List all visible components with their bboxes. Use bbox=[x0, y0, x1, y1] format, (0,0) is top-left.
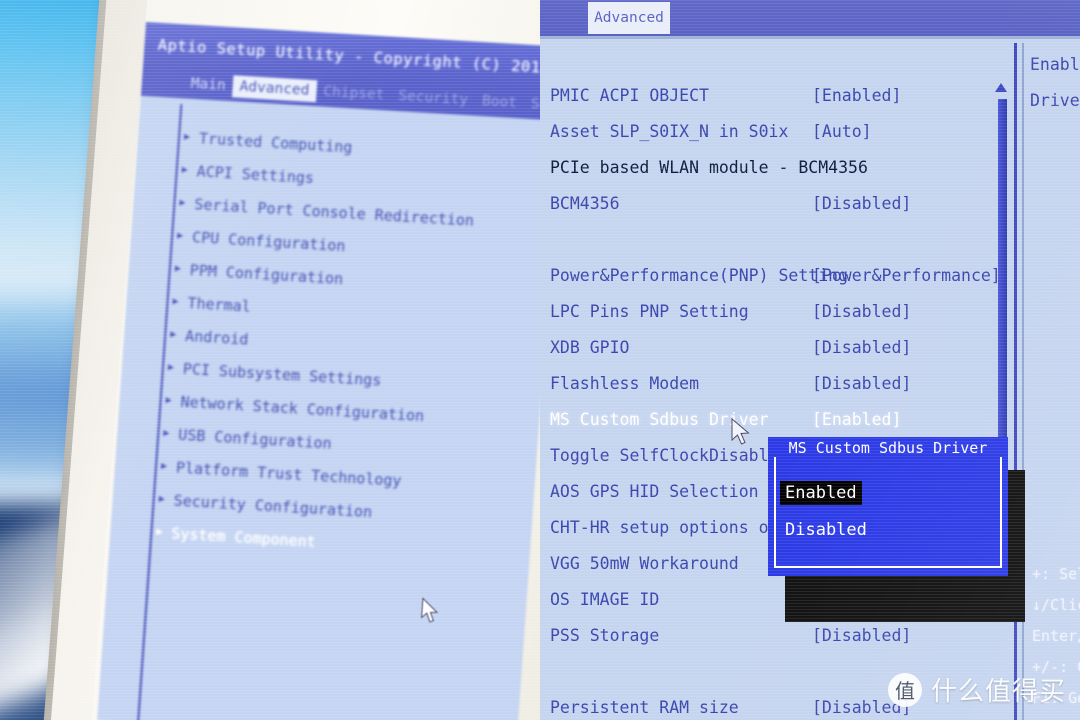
setting-value[interactable]: [Enabled] bbox=[812, 410, 901, 429]
watermark: 值 什么值得买 bbox=[887, 671, 1066, 708]
sidebar-item-label: Security Configuration bbox=[173, 490, 373, 521]
setting-row-asset-slp-s0ix-n[interactable]: Asset SLP_S0IX_N in S0ix [Auto] bbox=[540, 119, 996, 155]
scrollbar-thumb[interactable] bbox=[998, 99, 1007, 487]
tab-security[interactable]: Security bbox=[391, 85, 476, 112]
setting-row-bcm4356[interactable]: BCM4356 [Disabled] bbox=[540, 191, 996, 227]
key-legend-line-3: Enter/Db bbox=[1032, 627, 1080, 645]
popup-option-enabled[interactable]: Enabled bbox=[780, 481, 862, 505]
setting-row-xdb-gpio[interactable]: XDB GPIO [Disabled] bbox=[540, 335, 996, 371]
chevron-right-icon: ▶ bbox=[174, 262, 182, 274]
setting-row-lpc-pins-pnp-setting[interactable]: LPC Pins PNP Setting [Disabled] bbox=[540, 299, 996, 335]
sdbus-driver-popup[interactable]: MS Custom Sdbus Driver Enabled Disabled bbox=[768, 437, 1008, 576]
setting-value[interactable]: [Auto] bbox=[812, 122, 872, 141]
setting-label: PSS Storage bbox=[550, 626, 660, 645]
setting-value[interactable]: [Disabled] bbox=[812, 302, 911, 321]
chevron-right-icon: ▶ bbox=[165, 394, 173, 406]
sidebar-item-label: ACPI Settings bbox=[196, 161, 315, 187]
setting-value[interactable]: [Disabled] bbox=[812, 338, 911, 357]
sidebar-item-label: PCI Subsystem Settings bbox=[182, 359, 382, 390]
setting-value[interactable]: [Disabled] bbox=[812, 374, 911, 393]
setting-label: OS IMAGE ID bbox=[550, 590, 660, 609]
tab-advanced[interactable]: Advanced bbox=[231, 75, 318, 103]
watermark-logo-icon: 值 bbox=[887, 672, 922, 707]
help-line-1: Enable/Dis bbox=[1030, 55, 1080, 74]
setting-label: Flashless Modem bbox=[550, 374, 700, 393]
key-legend-line-2: ↓/Click: bbox=[1032, 596, 1080, 614]
sidebar-item-label: System Component bbox=[170, 523, 317, 551]
chevron-right-icon: ▶ bbox=[183, 130, 191, 143]
chevron-right-icon: ▶ bbox=[158, 493, 166, 505]
sidebar-item-label: CPU Configuration bbox=[191, 227, 347, 255]
sidebar-item-label: Android bbox=[184, 326, 250, 349]
tab-advanced-active[interactable]: Advanced bbox=[588, 2, 670, 34]
chevron-right-icon: ▶ bbox=[179, 196, 186, 209]
chevron-right-icon: ▶ bbox=[176, 229, 184, 242]
sidebar-item-label: Trusted Computing bbox=[198, 128, 353, 156]
setting-value[interactable]: [Power&Performance] bbox=[812, 266, 1001, 285]
setting-label: Asset SLP_S0IX_N in S0ix bbox=[550, 122, 789, 141]
sidebar-item-label: USB Configuration bbox=[177, 425, 333, 453]
photo-canvas: Aptio Setup Utility - Copyright (C) 2015… bbox=[0, 0, 1080, 720]
chevron-right-icon: ▶ bbox=[172, 295, 180, 307]
watermark-text: 什么值得买 bbox=[930, 677, 1066, 707]
help-pane: Enable/Dis Driver bbox=[1030, 47, 1080, 119]
chevron-right-icon: ▶ bbox=[169, 328, 177, 340]
setting-label: Persistent RAM size bbox=[550, 698, 739, 717]
help-line-2: Driver bbox=[1030, 91, 1080, 110]
setting-label: Power&Performance(PNP) Setting bbox=[550, 266, 849, 285]
laptop-screen-bios: Aptio Setup Utility - Copyright (C) 2015… bbox=[97, 22, 566, 720]
setting-label: LPC Pins PNP Setting bbox=[550, 302, 749, 321]
section-header-pcie-wlan: PCIe based WLAN module - BCM4356 bbox=[540, 155, 996, 191]
setting-label: VGG 50mW Workaround bbox=[550, 554, 739, 573]
setting-row-power-performance-pnp[interactable]: Power&Performance(PNP) Setting [Power&Pe… bbox=[540, 263, 1001, 299]
bios-left-menu: ▶ Trusted Computing ▶ ACPI Settings ▶ Se… bbox=[97, 95, 561, 720]
spacer-row bbox=[540, 227, 996, 263]
setting-label: AOS GPS HID Selection bbox=[550, 482, 759, 501]
setting-row-pss-storage[interactable]: PSS Storage [Disabled] bbox=[540, 623, 996, 659]
chevron-right-icon: ▶ bbox=[181, 163, 189, 176]
popup-title: MS Custom Sdbus Driver bbox=[768, 439, 1008, 457]
popup-title-text: MS Custom Sdbus Driver bbox=[781, 439, 995, 457]
chevron-right-icon: ▶ bbox=[163, 427, 170, 439]
mouse-cursor-right bbox=[731, 418, 750, 445]
setting-label: Toggle SelfClockDisabling bbox=[550, 446, 799, 465]
setting-row-pmic-acpi-object[interactable]: PMIC ACPI OBJECT [Enabled] bbox=[540, 83, 996, 119]
setting-label: BCM4356 bbox=[550, 194, 620, 213]
setting-value[interactable]: [Enabled] bbox=[812, 86, 901, 105]
tab-main[interactable]: Main bbox=[183, 72, 233, 97]
popup-option-disabled[interactable]: Disabled bbox=[780, 518, 872, 542]
popup-border bbox=[774, 450, 1002, 568]
chevron-right-icon: ▶ bbox=[167, 361, 175, 373]
mouse-cursor-left bbox=[421, 597, 439, 623]
setting-label: XDB GPIO bbox=[550, 338, 630, 357]
sidebar-item-label: PPM Configuration bbox=[189, 260, 344, 288]
chevron-right-icon: ▶ bbox=[156, 526, 163, 538]
setting-label: PMIC ACPI OBJECT bbox=[550, 86, 709, 105]
chevron-right-icon: ▶ bbox=[160, 460, 168, 472]
section-header-label: PCIe based WLAN module - BCM4356 bbox=[550, 158, 868, 177]
setting-value[interactable]: [Disabled] bbox=[812, 626, 911, 645]
scroll-up-arrow-icon[interactable] bbox=[995, 83, 1007, 92]
setting-row-flashless-modem[interactable]: Flashless Modem [Disabled] bbox=[540, 371, 996, 407]
sidebar-item-label: Thermal bbox=[186, 293, 252, 316]
key-legend-line-1: +: Selec bbox=[1032, 565, 1080, 583]
tab-chipset[interactable]: Chipset bbox=[316, 80, 393, 106]
setting-value[interactable]: [Disabled] bbox=[812, 194, 911, 213]
tab-boot[interactable]: Boot bbox=[474, 90, 524, 115]
